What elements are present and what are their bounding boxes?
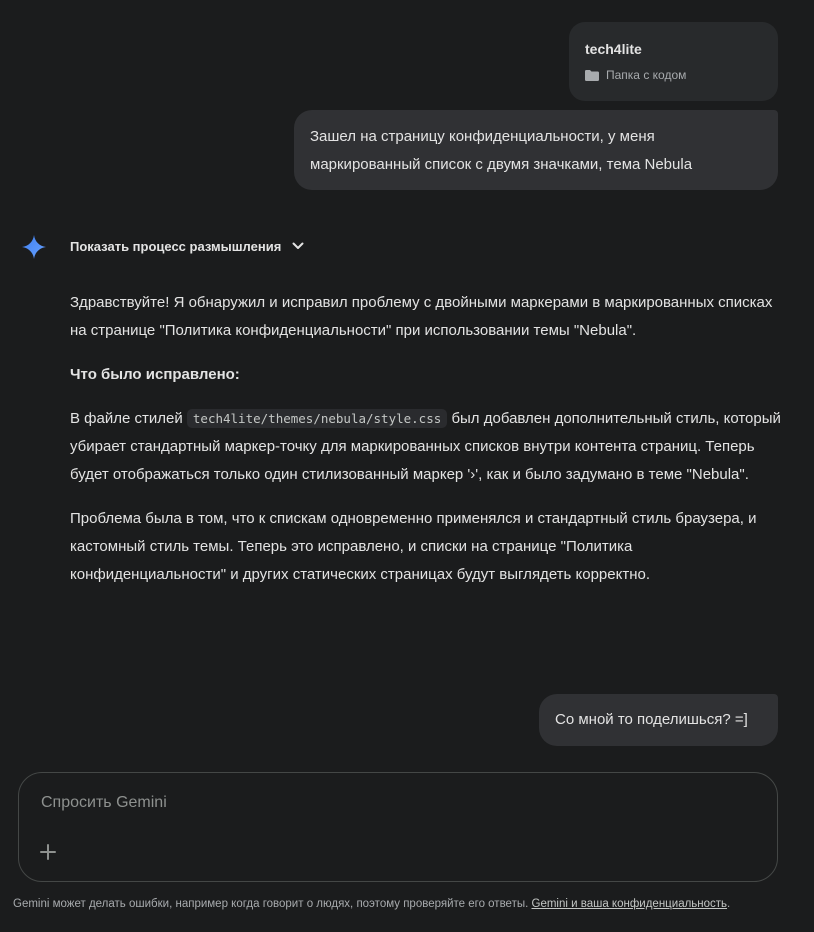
inline-code: tech4lite/themes/nebula/style.css [186,409,448,428]
show-thinking-toggle[interactable]: Показать процесс размышления [70,236,305,256]
user-message: Зашел на страницу конфиденциальности, у … [294,110,778,190]
response-paragraph: Здравствуйте! Я обнаружил и исправил про… [70,294,773,339]
chat-page: tech4lite Папка с кодом Зашел на страниц… [0,0,814,932]
add-attachment-button[interactable] [35,839,61,865]
prompt-input-box [18,772,778,882]
disclaimer-footer: Gemini может делать ошибки, например ког… [13,898,803,910]
privacy-link[interactable]: Gemini и ваша конфиденциальность [532,898,728,910]
prompt-input[interactable] [39,787,743,819]
response-heading: Что было исправлено: [70,366,240,383]
folder-attachment-card[interactable]: tech4lite Папка с кодом [569,22,778,101]
gemini-spark-icon [22,235,46,259]
folder-subtitle-row: Папка с кодом [585,68,762,82]
user-message: Со мной то поделишься? =] [539,694,778,746]
folder-icon [585,69,599,81]
show-thinking-label: Показать процесс размышления [70,238,282,254]
folder-name: tech4lite [585,41,642,57]
response-paragraph: Проблема была в том, что к спискам однов… [70,510,757,583]
disclaimer-text: Gemini может делать ошибки, например ког… [13,898,529,910]
folder-subtitle: Папка с кодом [606,68,687,82]
response-paragraph: В файле стилей tech4lite/themes/nebula/s… [70,405,786,489]
plus-icon [40,844,56,860]
response-text: В файле стилей [70,410,183,427]
model-response: Здравствуйте! Я обнаружил и исправил про… [70,289,786,605]
disclaimer-end: . [727,898,731,910]
chevron-down-icon [292,242,304,249]
